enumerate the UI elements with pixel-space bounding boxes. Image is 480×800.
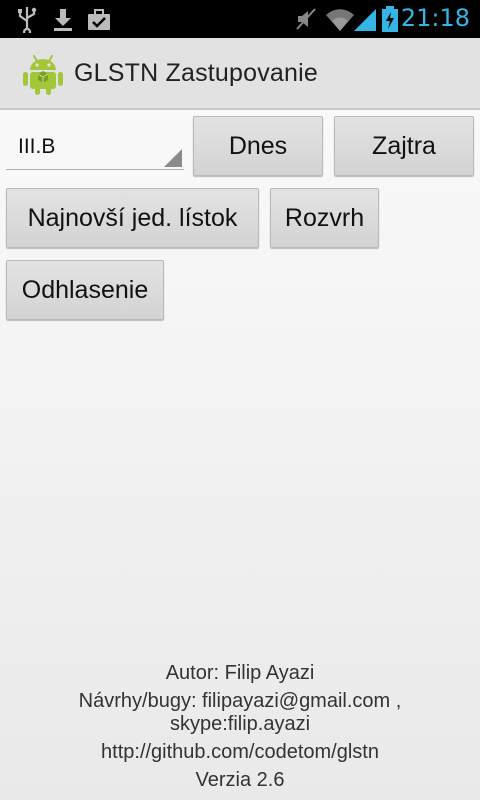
logout-button[interactable]: Odhlasenie <box>6 260 164 320</box>
signal-icon <box>354 9 376 31</box>
spinner-arrow-icon <box>164 149 182 167</box>
suggestions-text: Návrhy/bugy: filipayazi@gmail.com , <box>78 690 402 712</box>
skype-text: skype:filip.ayazi <box>169 713 311 735</box>
class-spinner[interactable]: III.B <box>6 128 184 170</box>
android-icon <box>23 55 63 95</box>
action-bar: GLSTN Zastupovanie <box>0 38 480 110</box>
spinner-selected-value: III.B <box>18 135 56 158</box>
status-bar: 21:18 <box>0 0 480 38</box>
tomorrow-button[interactable]: Zajtra <box>334 116 474 176</box>
mute-icon <box>296 8 316 30</box>
github-link[interactable]: http://github.com/codetom/glstn <box>0 741 480 764</box>
download-icon <box>54 9 72 31</box>
app-title: GLSTN Zastupovanie <box>74 59 318 87</box>
status-clock: 21:18 <box>400 4 470 32</box>
latest-menu-button[interactable]: Najnovší jed. lístok <box>6 188 259 248</box>
usb-icon <box>18 7 37 33</box>
briefcase-check-icon <box>88 9 110 30</box>
footer-info: Autor: Filip Ayazi Návrhy/bugy: filipaya… <box>0 662 480 792</box>
battery-charging-icon <box>382 6 398 32</box>
author-text: Autor: Filip Ayazi <box>165 662 315 684</box>
version-text: Verzia 2.6 <box>195 769 285 791</box>
schedule-button[interactable]: Rozvrh <box>270 188 379 248</box>
today-button[interactable]: Dnes <box>193 116 323 176</box>
